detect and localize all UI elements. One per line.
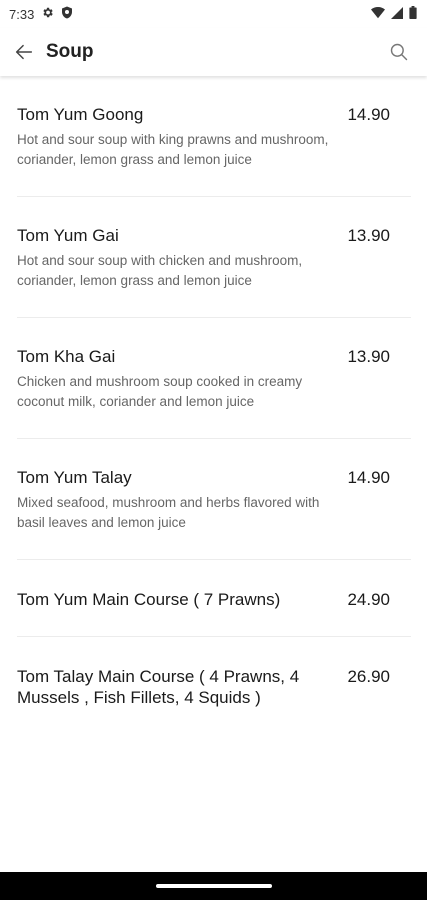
menu-item-name: Tom Yum Main Course ( 7 Prawns) — [17, 590, 281, 609]
menu-item-description: Chicken and mushroom soup cooked in crea… — [17, 374, 303, 409]
menu-item-name: Tom Talay Main Course ( 4 Prawns, 4 Muss… — [17, 667, 300, 707]
menu-item[interactable]: Tom Yum Talay Mixed seafood, mushroom an… — [17, 439, 411, 560]
menu-item-price: 26.90 — [347, 667, 390, 686]
menu-item[interactable]: Tom Yum Goong Hot and sour soup with kin… — [17, 76, 411, 197]
settings-gear-icon — [41, 6, 54, 22]
menu-item-price: 13.90 — [347, 226, 390, 245]
status-bar: 7:33 — [0, 0, 427, 28]
menu-item-name: Tom Yum Goong — [17, 105, 144, 124]
menu-item-name: Tom Yum Gai — [17, 226, 119, 245]
menu-item-text: Tom Yum Goong Hot and sour soup with kin… — [17, 104, 332, 170]
search-icon[interactable] — [387, 40, 411, 64]
status-left: 7:33 — [9, 6, 73, 22]
system-nav-bar — [0, 872, 427, 900]
menu-item-price: 24.90 — [347, 590, 390, 609]
home-gesture-handle[interactable] — [155, 884, 272, 888]
menu-item-price: 14.90 — [347, 105, 390, 124]
shield-icon — [61, 6, 73, 22]
menu-item-list: Tom Yum Goong Hot and sour soup with kin… — [0, 76, 427, 734]
menu-item-name: Tom Kha Gai — [17, 347, 116, 366]
back-arrow-icon[interactable] — [12, 40, 36, 64]
menu-item-description: Mixed seafood, mushroom and herbs flavor… — [17, 495, 320, 530]
menu-item-price: 13.90 — [347, 347, 390, 366]
menu-item[interactable]: Tom Yum Gai Hot and sour soup with chick… — [17, 197, 411, 318]
wifi-icon — [371, 6, 385, 22]
menu-item-price: 14.90 — [347, 468, 390, 487]
menu-item-text: Tom Yum Talay Mixed seafood, mushroom an… — [17, 467, 332, 533]
menu-item-text: Tom Talay Main Course ( 4 Prawns, 4 Muss… — [17, 666, 332, 708]
menu-item-description: Hot and sour soup with chicken and mushr… — [17, 253, 303, 288]
menu-item-name: Tom Yum Talay — [17, 468, 132, 487]
menu-item-text: Tom Yum Gai Hot and sour soup with chick… — [17, 225, 332, 291]
menu-item-text: Tom Yum Main Course ( 7 Prawns) — [17, 589, 332, 610]
menu-item[interactable]: Tom Talay Main Course ( 4 Prawns, 4 Muss… — [17, 637, 411, 734]
page-title: Soup — [46, 41, 94, 62]
menu-item-description: Hot and sour soup with king prawns and m… — [17, 132, 329, 167]
status-right — [371, 6, 417, 22]
menu-item-text: Tom Kha Gai Chicken and mushroom soup co… — [17, 346, 332, 412]
battery-icon — [409, 6, 417, 22]
menu-item[interactable]: Tom Yum Main Course ( 7 Prawns) 24.90 — [17, 560, 411, 637]
status-time: 7:33 — [9, 6, 35, 22]
app-bar: Soup — [0, 28, 427, 76]
menu-item[interactable]: Tom Kha Gai Chicken and mushroom soup co… — [17, 318, 411, 439]
signal-icon — [391, 6, 403, 22]
